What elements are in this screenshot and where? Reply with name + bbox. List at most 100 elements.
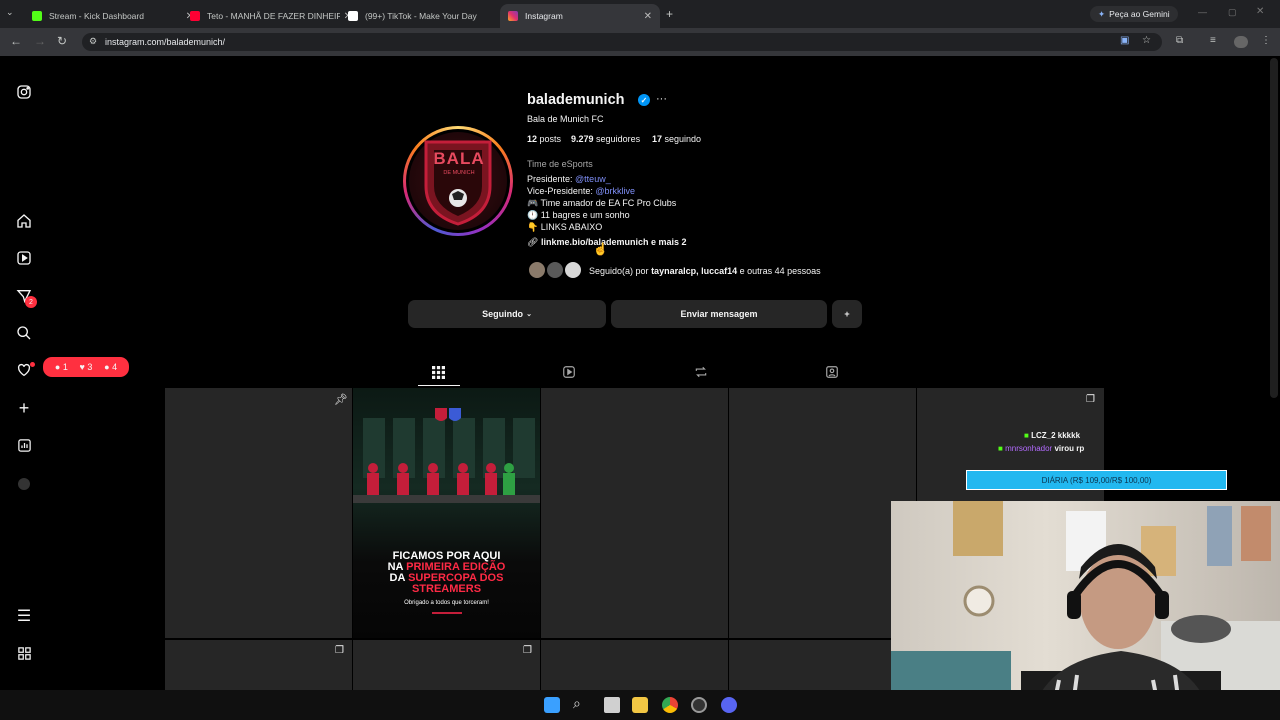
browser-tab-instagram[interactable]: Instagram ✕ [500,4,660,28]
carousel-icon: ❐ [335,645,344,656]
tab-search-icon[interactable]: ⌄ [6,7,14,18]
reels-tab-icon[interactable] [559,362,579,382]
close-window-icon[interactable]: ✕ [1256,6,1264,17]
posts-count: 12 [527,134,538,144]
post-tile[interactable] [729,388,916,638]
instagram-favicon-icon [508,11,518,21]
president-handle-link[interactable]: @tteuw_ [575,174,611,184]
tab-title: Stream - Kick Dashboard [49,11,144,21]
followers-label: seguidores [596,134,641,144]
create-plus-icon[interactable]: + [14,398,34,418]
gemini-button[interactable]: ✦ Peça ao Gemini [1090,6,1178,22]
profile-username: balademunich [527,92,625,108]
obs-icon[interactable] [691,697,707,713]
discord-icon[interactable] [721,697,737,713]
taskbar-search-icon[interactable]: ⌕ [573,695,581,712]
tagged-tab-icon[interactable] [822,362,842,382]
task-view-icon[interactable] [604,697,620,713]
more-menu-icon[interactable]: ☰ [14,606,34,626]
instagram-logo-icon[interactable] [14,82,34,102]
reposts-tab-icon[interactable] [691,362,711,382]
follower-avatar[interactable] [545,260,565,280]
carousel-icon: ❐ [523,645,532,656]
post-tile[interactable] [165,388,352,638]
vice-handle-link[interactable]: @brkklive [595,186,635,196]
chat-username: mnrsonhador [1005,444,1053,453]
profile-nav-avatar[interactable] [18,478,30,490]
post-tile[interactable] [541,388,728,638]
media-icon[interactable]: ≡ [1210,35,1216,46]
windows-start-icon[interactable] [544,697,560,713]
translate-icon[interactable]: ▣ [1120,35,1129,46]
minimize-icon[interactable]: — [1198,7,1207,17]
page-scrollbar[interactable] [1270,58,1278,398]
reload-icon[interactable]: ↻ [57,34,67,48]
followed-by-text[interactable]: Seguido(a) por taynaralcp, luccaf14 e ou… [589,266,821,276]
following-button[interactable]: Seguindo ⌄ [408,300,606,328]
bio-link-text: linkme.bio/balademunich e mais 2 [540,237,687,247]
follower-avatar[interactable] [527,260,547,280]
site-info-icon[interactable]: ⚙ [89,36,97,47]
follow-count: ● 4 [104,362,118,372]
meta-apps-icon[interactable] [14,643,34,663]
file-explorer-icon[interactable] [632,697,648,713]
followed-by-names: taynaralcp, luccaf14 [651,266,738,276]
post-tile[interactable] [165,640,352,690]
url-text: instagram.com/balademunich/ [105,37,226,47]
post-tile[interactable] [541,640,728,690]
search-icon[interactable] [14,323,34,343]
profile-avatar[interactable] [1234,36,1248,48]
notification-popup[interactable]: ● 1 ♥ 3 ● 4 [43,357,129,377]
gemini-sparkle-icon: ✦ [1098,8,1106,19]
posts-grid-tab-icon[interactable] [428,362,448,382]
profile-picture[interactable] [403,126,513,236]
post-line-4: STREAMERS [411,583,482,595]
url-bar[interactable]: instagram.com/balademunich/ [82,33,1162,51]
like-count: ♥ 3 [79,362,93,372]
bookmark-star-icon[interactable]: ☆ [1142,35,1151,46]
person-icon: ● [104,362,110,372]
vice-label: Vice-Presidente: [527,186,593,196]
post-tile-featured[interactable]: FICAMOS POR AQUI NA PRIMEIRA EDIÇÃO DA S… [353,388,540,638]
browser-tab-kick[interactable]: Stream - Kick Dashboard ✕ [24,4,202,28]
tab-title: Instagram [525,11,563,21]
comment-bubble-icon: ● [54,362,61,372]
tab-title: (99+) TikTok - Make Your Day [365,11,477,21]
post-line-5: Obrigado a todos que torceram! [404,600,489,606]
youtube-favicon-icon [190,11,200,21]
post-tile[interactable] [729,640,916,690]
chevron-down-icon: ⌄ [526,311,532,318]
follower-avatar[interactable] [563,260,583,280]
home-icon[interactable] [14,211,34,231]
active-tab-indicator [418,385,460,386]
post-tile[interactable] [353,640,540,690]
forward-icon[interactable]: → [34,34,46,48]
send-message-label: Enviar mensagem [680,309,758,319]
menu-dots-icon[interactable]: ⋮ [1261,35,1271,46]
followed-by-suffix: e outras 44 pessoas [739,266,821,276]
dashboard-icon[interactable] [14,435,34,455]
maximize-icon[interactable]: ▢ [1228,7,1237,18]
extensions-icon[interactable]: ⧉ [1176,35,1183,46]
back-icon[interactable]: ← [10,34,22,48]
browser-tab-youtube[interactable]: Teto - MANHÃ DE FAZER DINHEIRO ✕ [182,4,360,28]
reels-icon[interactable] [14,248,34,268]
comment-count: ● 1 [54,362,68,372]
close-tab-icon[interactable]: ✕ [644,11,652,22]
kick-icon: ■ [998,444,1003,453]
profile-category: Time de eSports [527,159,593,169]
chrome-icon[interactable] [662,697,678,713]
new-tab-icon[interactable]: + [666,7,673,21]
display-name: Bala de Munich FC [527,114,604,124]
followers-stat[interactable]: 9.279 seguidores [571,134,640,144]
posts-label: posts [539,134,562,144]
bio-president: Presidente: @tteuw_ [527,174,611,184]
verified-badge-icon: ✓ [638,94,650,106]
followed-by-prefix: Seguido(a) por [589,266,649,276]
send-message-button[interactable]: Enviar mensagem [611,300,827,328]
following-stat[interactable]: 17 seguindo [652,134,701,144]
suggest-people-button[interactable]: + [832,300,862,328]
pinned-icon: 📌︎ [334,394,348,406]
options-dots-icon[interactable]: ··· [656,93,667,105]
browser-tab-tiktok[interactable]: (99+) TikTok - Make Your Day ✕ [340,4,518,28]
